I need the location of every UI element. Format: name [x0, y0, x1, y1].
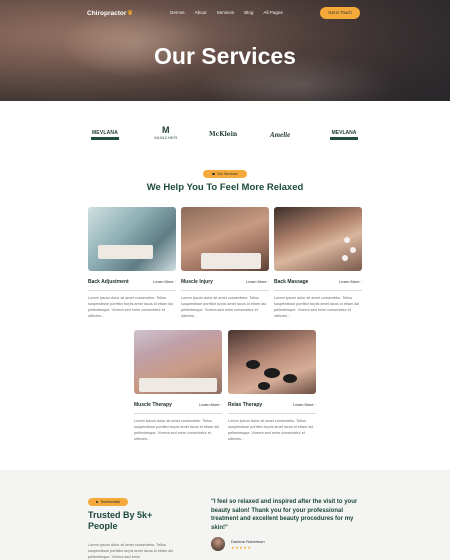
brand-logo-mevlana: MEVLANA	[91, 130, 119, 140]
arrow-right-icon: ›	[174, 279, 176, 284]
nav-item-blog[interactable]: Blog	[244, 10, 253, 15]
service-image[interactable]	[181, 207, 269, 271]
brand-logo-amelie: Amelie	[270, 131, 291, 139]
service-title[interactable]: Back Adjustment	[88, 279, 129, 285]
dot-icon	[212, 172, 215, 176]
site-logo[interactable]: Chiropractor❦	[87, 9, 133, 17]
testimonials-badge: Testimonials	[88, 498, 128, 506]
service-description: Lorem ipsum dolor sit amet consectetur. …	[274, 296, 360, 318]
logo-text: Chiropractor	[87, 10, 127, 17]
testimonials-badge-label: Testimonials	[100, 500, 121, 504]
divider	[181, 290, 269, 291]
testimonials-section: Testimonials Trusted By 5k+ People Lorem…	[0, 470, 450, 560]
nav-item-all-pages[interactable]: All Pages	[263, 10, 282, 15]
hero-banner: Chiropractor❦ Demos About Services Blog …	[0, 0, 450, 101]
section-title: We Help You To Feel More Relaxed	[146, 182, 304, 193]
service-card-muscle-injury[interactable]: Muscle Injury Learn More› Lorem ipsum do…	[181, 207, 269, 318]
leaf-icon: ❦	[127, 10, 133, 17]
main-menu: Demos About Services Blog All Pages	[170, 10, 283, 15]
learn-more-label: Learn More	[246, 279, 267, 284]
page-title: Our Services	[154, 43, 296, 69]
nav-item-services[interactable]: Services	[217, 10, 235, 15]
brand-underline	[91, 137, 119, 140]
rating-stars-icon: ★★★★★	[231, 545, 252, 550]
testimonials-title: Trusted By 5k+ People	[88, 510, 153, 531]
service-image[interactable]	[274, 207, 362, 271]
service-title[interactable]: Muscle Therapy	[134, 402, 172, 408]
get-in-touch-button[interactable]: Get in Touch	[320, 7, 360, 19]
stone-shape	[258, 382, 270, 390]
dot-icon	[95, 500, 99, 504]
brand-underline	[330, 137, 358, 140]
brand-logo-muncher: M MUNCHER	[146, 125, 186, 141]
brand-logo-mcklein: McKlein	[209, 131, 238, 138]
learn-more-label: Learn More	[153, 279, 174, 284]
section-badge-label: Our Services	[216, 172, 238, 176]
testimonial-quote: "I feel so relaxed and inspired after th…	[211, 499, 358, 531]
arrow-right-icon: ›	[267, 279, 269, 284]
service-image[interactable]	[228, 330, 316, 394]
learn-more-link[interactable]: Learn More›	[199, 402, 222, 407]
arrow-right-icon: ›	[220, 402, 222, 407]
towel-shape	[201, 253, 261, 269]
service-card-back-adjustment[interactable]: Back Adjustment Learn More› Lorem ipsum …	[88, 207, 176, 318]
learn-more-link[interactable]: Learn More›	[246, 279, 269, 284]
learn-more-label: Learn More	[339, 279, 360, 284]
nav-item-demos[interactable]: Demos	[170, 10, 185, 15]
service-image[interactable]	[134, 330, 222, 394]
nav-item-about[interactable]: About	[195, 10, 207, 15]
towel-shape	[139, 378, 217, 392]
service-title[interactable]: Relax Therapy	[228, 402, 262, 408]
learn-more-link[interactable]: Learn More›	[153, 279, 176, 284]
learn-more-label: Learn More	[293, 402, 314, 407]
service-card-back-massage[interactable]: Back Massage Learn More› Lorem ipsum dol…	[274, 207, 362, 318]
service-title[interactable]: Back Massage	[274, 279, 308, 285]
divider	[228, 413, 316, 414]
service-description: Lorem ipsum dolor sit amet consectetur. …	[181, 296, 267, 318]
brand-logo-mevlana-2: MEVLANA	[330, 130, 358, 140]
service-description: Lorem ipsum dolor sit amet consectetur. …	[228, 419, 314, 441]
brand-name: MUNCHER	[154, 135, 178, 140]
divider	[134, 413, 222, 414]
testimonial-author: Darlene Robertson ★★★★★	[211, 537, 331, 553]
divider	[274, 290, 362, 291]
muncher-mark-icon: M	[162, 125, 170, 135]
flower-shape	[350, 247, 356, 253]
author-name: Darlene Robertson	[231, 539, 265, 544]
brand-logos: MEVLANA M MUNCHER McKlein Amelie MEVLANA	[88, 126, 362, 146]
avatar	[211, 537, 225, 551]
section-badge: Our Services	[203, 170, 247, 178]
towel-shape	[98, 245, 153, 259]
arrow-right-icon: ›	[360, 279, 362, 284]
flower-shape	[342, 255, 348, 261]
brand-name: MEVLANA	[331, 130, 357, 136]
flower-shape	[344, 237, 350, 243]
top-nav: Chiropractor❦ Demos About Services Blog …	[0, 7, 450, 21]
learn-more-label: Learn More	[199, 402, 220, 407]
testimonials-description: Lorem ipsum dolor sit amet consectetur. …	[88, 543, 174, 559]
service-description: Lorem ipsum dolor sit amet consectetur. …	[134, 419, 220, 441]
service-title[interactable]: Muscle Injury	[181, 279, 213, 285]
service-card-muscle-therapy[interactable]: Muscle Therapy Learn More› Lorem ipsum d…	[134, 330, 222, 441]
service-image[interactable]	[88, 207, 176, 271]
service-card-relax-therapy[interactable]: Relax Therapy Learn More› Lorem ipsum do…	[228, 330, 316, 441]
brand-name: MEVLANA	[91, 130, 119, 136]
stone-shape	[246, 360, 260, 369]
arrow-right-icon: ›	[314, 402, 316, 407]
service-description: Lorem ipsum dolor sit amet consectetur. …	[88, 296, 174, 318]
learn-more-link[interactable]: Learn More›	[339, 279, 362, 284]
stone-shape	[264, 368, 280, 378]
divider	[88, 290, 176, 291]
stone-shape	[283, 374, 297, 383]
learn-more-link[interactable]: Learn More›	[293, 402, 316, 407]
